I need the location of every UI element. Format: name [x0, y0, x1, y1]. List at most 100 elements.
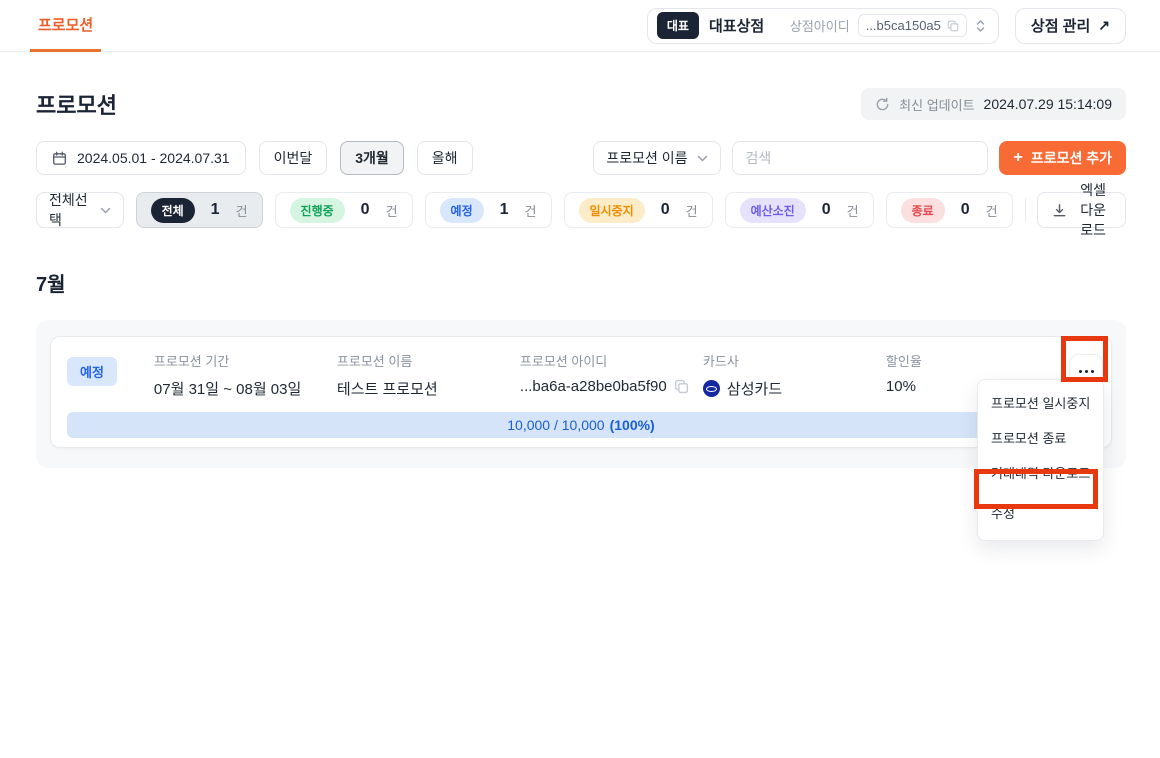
field-card-company-value: 삼성카드 — [727, 378, 782, 399]
plus-icon: + — [1013, 149, 1022, 167]
store-selector[interactable]: 대표 대표상점 상점아이디 ...b5ca150a5 — [647, 8, 999, 44]
status-chip-scheduled[interactable]: 예정 1 건 — [425, 192, 552, 228]
calendar-icon — [52, 151, 67, 166]
download-icon — [1052, 203, 1067, 218]
external-link-icon: ↗ — [1098, 17, 1110, 34]
promotion-card: 예정 프로모션 기간 07월 31일 ~ 08월 03일 프로모션 이름 테스트… — [50, 336, 1112, 448]
menu-item-pause-promotion[interactable]: 프로모션 일시중지 — [978, 385, 1103, 420]
field-card-company: 카드사 삼성카드 — [703, 351, 886, 399]
top-header: 프로모션 대표 대표상점 상점아이디 ...b5ca150a5 — [0, 0, 1160, 52]
status-pill-active: 진행중 — [290, 198, 345, 223]
status-unit-active: 건 — [386, 201, 398, 220]
manage-store-label: 상점 관리 — [1031, 15, 1090, 36]
status-count-all: 1 — [211, 201, 220, 219]
ellipsis-icon — [1079, 370, 1082, 373]
add-promotion-button[interactable]: + 프로모션 추가 — [999, 141, 1126, 175]
status-badge: 예정 — [67, 357, 117, 386]
quick-range-this-month-label: 이번달 — [274, 148, 313, 168]
field-period-label: 프로모션 기간 — [154, 351, 337, 370]
page-title: 프로모션 — [36, 88, 117, 120]
refresh-icon[interactable] — [875, 97, 890, 112]
manage-store-button[interactable]: 상점 관리 ↗ — [1015, 8, 1126, 44]
status-pill-paused: 일시중지 — [579, 198, 645, 223]
status-count-budget-exhausted: 0 — [822, 201, 831, 219]
quick-range-3-months-label: 3개월 — [355, 148, 389, 168]
budget-progress-percent: (100%) — [610, 417, 655, 433]
tab-promotion[interactable]: 프로모션 — [30, 0, 101, 52]
field-period: 프로모션 기간 07월 31일 ~ 08월 03일 — [154, 351, 337, 399]
field-period-value: 07월 31일 ~ 08월 03일 — [154, 378, 337, 399]
field-promotion-id-value-wrap: ...ba6a-a28be0ba5f90 — [520, 378, 703, 395]
add-promotion-label: 프로모션 추가 — [1031, 148, 1112, 168]
copy-icon[interactable] — [674, 379, 689, 394]
status-count-paused: 0 — [661, 201, 670, 219]
date-range-value: 2024.05.01 - 2024.07.31 — [77, 150, 230, 166]
header-right-group: 대표 대표상점 상점아이디 ...b5ca150a5 — [647, 8, 1126, 44]
status-unit-ended: 건 — [986, 201, 998, 220]
date-range-picker[interactable]: 2024.05.01 - 2024.07.31 — [36, 141, 246, 175]
filter-row: 2024.05.01 - 2024.07.31 이번달 3개월 올해 프로모션 … — [36, 141, 1126, 175]
more-actions-menu: 프로모션 일시중지 프로모션 종료 거래내역 다운로드 수정 — [977, 379, 1104, 541]
samsung-card-logo-icon — [703, 380, 720, 397]
title-row: 프로모션 최신 업데이트 2024.07.29 15:14:09 — [36, 88, 1126, 120]
last-update-label: 최신 업데이트 — [899, 95, 974, 114]
quick-range-3-months[interactable]: 3개월 — [340, 141, 404, 175]
chevron-down-icon — [697, 155, 708, 162]
status-unit-budget-exhausted: 건 — [847, 201, 859, 220]
status-unit-paused: 건 — [686, 201, 698, 220]
month-section-title: 7월 — [36, 268, 1126, 297]
promotion-card-row: 예정 프로모션 기간 07월 31일 ~ 08월 03일 프로모션 이름 테스트… — [67, 351, 1103, 399]
status-chip-active[interactable]: 진행중 0 건 — [275, 192, 413, 228]
select-all-value: 전체선택 — [49, 190, 90, 230]
store-id-group: 상점아이디 ...b5ca150a5 — [790, 14, 986, 37]
quick-range-this-month[interactable]: 이번달 — [259, 141, 328, 175]
search-group: 프로모션 이름 + 프로모션 추가 — [593, 141, 1126, 175]
chevron-updown-icon[interactable] — [975, 18, 986, 34]
status-pill-budget-exhausted: 예산소진 — [740, 198, 806, 223]
status-count-ended: 0 — [961, 201, 970, 219]
status-count-active: 0 — [361, 201, 370, 219]
menu-item-download-transactions[interactable]: 거래내역 다운로드 — [978, 455, 1103, 490]
chevron-down-icon — [100, 207, 111, 214]
menu-item-end-promotion[interactable]: 프로모션 종료 — [978, 420, 1103, 455]
status-unit-all: 건 — [236, 201, 248, 220]
status-chip-all[interactable]: 전체 1 건 — [136, 192, 263, 228]
quick-range-this-year[interactable]: 올해 — [417, 141, 473, 175]
status-pill-ended: 종료 — [901, 198, 945, 223]
store-badge: 대표 — [657, 12, 699, 39]
quick-range-this-year-label: 올해 — [432, 148, 458, 168]
copy-icon[interactable] — [947, 20, 959, 32]
status-chip-ended[interactable]: 종료 0 건 — [886, 192, 1013, 228]
field-promotion-id-label: 프로모션 아이디 — [520, 351, 703, 370]
excel-download-label: 엑셀 다운로드 — [1075, 180, 1111, 240]
search-input[interactable] — [732, 141, 988, 175]
budget-progress-value: 10,000 / 10,000 — [507, 417, 604, 433]
store-name: 대표상점 — [709, 15, 764, 36]
last-update-value: 2024.07.29 15:14:09 — [984, 96, 1112, 112]
field-discount-rate-label: 할인율 — [886, 351, 1069, 370]
divider — [1025, 198, 1026, 222]
field-card-company-value-wrap: 삼성카드 — [703, 378, 886, 399]
field-name-label: 프로모션 이름 — [337, 351, 520, 370]
excel-download-button[interactable]: 엑셀 다운로드 — [1037, 192, 1126, 228]
field-promotion-id: 프로모션 아이디 ...ba6a-a28be0ba5f90 — [520, 351, 703, 395]
status-chip-paused[interactable]: 일시중지 0 건 — [564, 192, 713, 228]
search-category-value: 프로모션 이름 — [606, 148, 687, 168]
field-promotion-id-value: ...ba6a-a28be0ba5f90 — [520, 378, 667, 395]
store-id-label: 상점아이디 — [790, 16, 850, 35]
budget-progress-bar: 10,000 / 10,000 (100%) — [67, 412, 1095, 438]
store-id-value: ...b5ca150a5 — [866, 18, 941, 33]
last-update-box: 최신 업데이트 2024.07.29 15:14:09 — [861, 88, 1126, 120]
store-id-value-box[interactable]: ...b5ca150a5 — [858, 14, 967, 37]
status-pill-scheduled: 예정 — [440, 198, 484, 223]
select-all-dropdown[interactable]: 전체선택 — [36, 192, 124, 228]
status-chip-budget-exhausted[interactable]: 예산소진 0 건 — [725, 192, 874, 228]
search-category-select[interactable]: 프로모션 이름 — [593, 141, 721, 175]
tab-promotion-label: 프로모션 — [38, 14, 93, 35]
status-filter-row: 전체선택 전체 1 건 진행중 0 건 예정 1 건 일시중지 0 건 — [36, 192, 1126, 228]
field-name: 프로모션 이름 테스트 프로모션 — [337, 351, 520, 399]
promotion-group-container: 예정 프로모션 기간 07월 31일 ~ 08월 03일 프로모션 이름 테스트… — [36, 320, 1126, 468]
menu-item-edit[interactable]: 수정 — [978, 490, 1103, 535]
status-pill-all: 전체 — [151, 198, 195, 223]
field-name-value: 테스트 프로모션 — [337, 378, 520, 399]
